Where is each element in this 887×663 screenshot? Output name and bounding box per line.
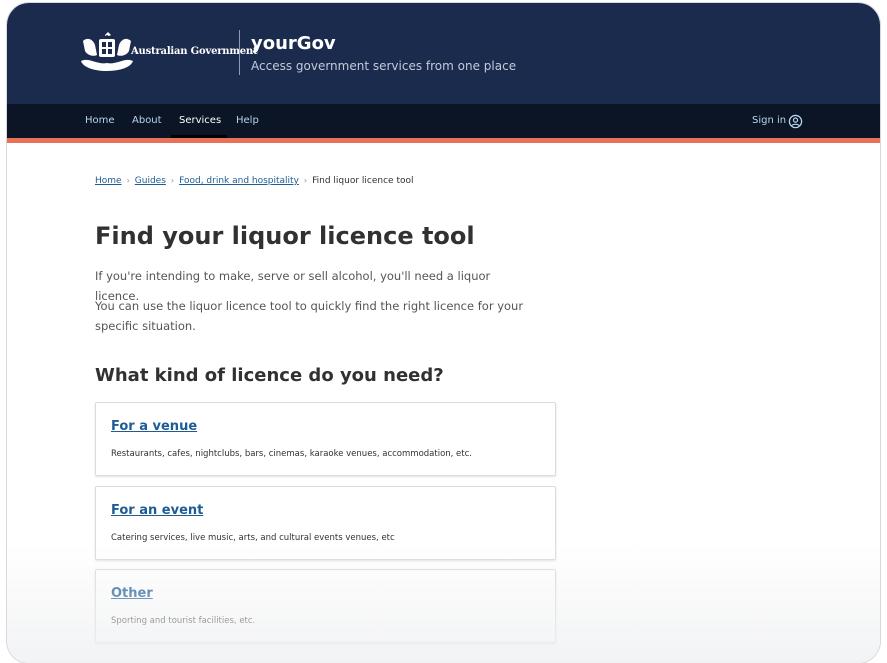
logo-divider [239,30,240,75]
breadcrumb-separator-icon: › [170,176,175,185]
site-tagline: Access government services from one plac… [251,59,517,73]
breadcrumb-separator-icon: › [126,176,130,185]
licence-card-event[interactable]: For an event Catering services, live mus… [95,486,556,560]
breadcrumb-current: Find liquor licence tool [312,176,414,186]
card-title-link[interactable]: Other [111,586,153,601]
card-description: Restaurants, cafes, nightclubs, bars, ci… [111,449,472,459]
accent-stripe [7,138,880,143]
main-navigation: Home About Services Help Sign in [7,104,880,139]
breadcrumb: Home › Guides › Food, drink and hospitality ›… [95,176,414,190]
sign-in-link[interactable]: Sign in [752,104,786,138]
card-title-link[interactable]: For an event [111,503,203,518]
page-title: Find your liquor licence tool [95,222,475,250]
breadcrumb-link-home[interactable]: Home [95,176,122,186]
breadcrumb-separator-icon: › [303,176,308,185]
site-name[interactable]: yourGov [251,33,336,54]
intro-paragraph-2: You can use the liquor licence tool to q… [95,299,524,333]
breadcrumb-link-guides[interactable]: Guides [135,176,166,186]
card-description: Catering services, live music, arts, and… [111,533,395,543]
card-title-link[interactable]: For a venue [111,419,197,434]
browser-frame: Australian Government yourGov Access gov… [7,3,880,663]
licence-card-other[interactable]: Other Sporting and tourist facilities, e… [95,569,556,643]
nav-item-help[interactable]: Help [236,104,259,138]
licence-card-venue[interactable]: For a venue Restaurants, cafes, nightclu… [95,402,556,476]
card-description: Sporting and tourist facilities, etc. [111,616,256,626]
user-icon[interactable] [788,114,803,129]
coat-of-arms-icon [81,32,133,71]
section-heading: What kind of licence do you need? [95,365,444,386]
nav-item-home[interactable]: Home [85,104,115,138]
breadcrumb-link-food-drink[interactable]: Food, drink and hospitality [179,176,299,186]
nav-item-services[interactable]: Services [179,104,221,138]
nav-item-about[interactable]: About [132,104,162,138]
masthead: Australian Government yourGov Access gov… [7,3,880,104]
